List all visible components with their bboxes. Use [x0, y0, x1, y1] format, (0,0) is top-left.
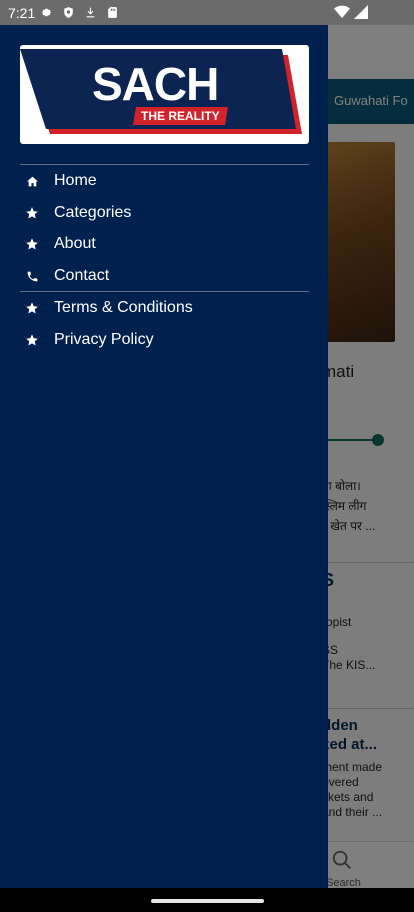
- menu-item-terms[interactable]: Terms & Conditions: [20, 293, 309, 323]
- star-icon: [20, 293, 44, 323]
- menu-item-label: Terms & Conditions: [54, 299, 193, 316]
- settings-icon: [41, 8, 52, 17]
- menu-item-label: Home: [54, 172, 97, 189]
- home-icon: [20, 166, 44, 196]
- status-time: 7:21: [8, 5, 36, 21]
- sd-card-icon: [108, 7, 117, 18]
- menu-item-categories[interactable]: Categories: [20, 198, 309, 228]
- status-right-icons: [334, 5, 368, 19]
- menu-item-label: Privacy Policy: [54, 331, 154, 348]
- menu-item-label: About: [54, 235, 96, 252]
- shield-icon: [64, 7, 73, 18]
- menu-item-label: Contact: [54, 267, 110, 284]
- status-icons: [40, 6, 119, 19]
- star-icon: [20, 198, 44, 228]
- menu-divider-middle: [20, 291, 309, 292]
- navigation-drawer: SACH THE REALITY Home Categories About C…: [0, 25, 328, 888]
- download-icon: [86, 7, 95, 18]
- signal-icon: [354, 5, 368, 19]
- menu-divider-top: [20, 164, 309, 165]
- system-nav-bar: [0, 888, 414, 912]
- logo-title: SACH: [92, 58, 219, 110]
- status-bar: 7:21: [0, 0, 414, 25]
- menu-item-home[interactable]: Home: [20, 166, 309, 196]
- star-icon: [20, 229, 44, 259]
- wifi-icon: [334, 5, 350, 18]
- phone-icon: [20, 261, 44, 291]
- menu-item-about[interactable]: About: [20, 229, 309, 259]
- star-icon: [20, 325, 44, 355]
- logo-tagline: THE REALITY: [141, 109, 220, 123]
- home-gesture-handle[interactable]: [151, 899, 264, 903]
- menu-item-privacy-policy[interactable]: Privacy Policy: [20, 325, 309, 355]
- menu-item-contact[interactable]: Contact: [20, 261, 309, 291]
- menu-item-label: Categories: [54, 204, 132, 221]
- logo: SACH THE REALITY: [20, 45, 309, 144]
